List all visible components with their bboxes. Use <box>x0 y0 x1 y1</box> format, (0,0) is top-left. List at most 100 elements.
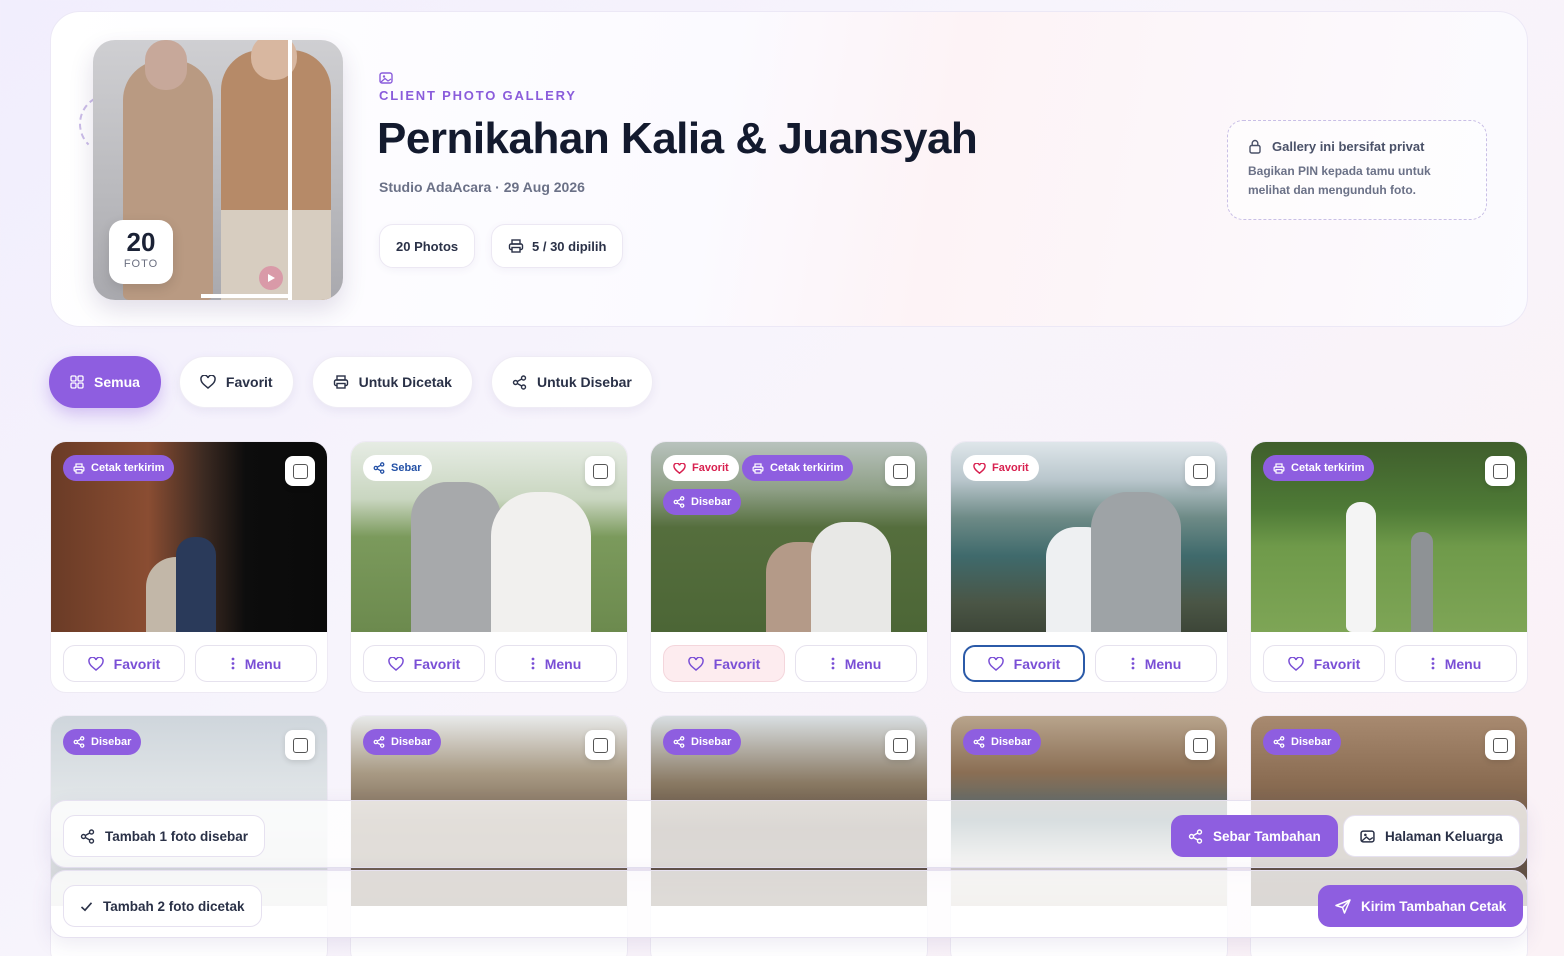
shared-tag: Disebar <box>63 729 142 755</box>
select-checkbox[interactable] <box>1485 730 1515 760</box>
grid-icon <box>70 375 84 389</box>
menu-button[interactable]: Menu <box>795 645 917 682</box>
share-icon <box>673 496 685 508</box>
photo-card[interactable]: Favorit Cetak terkirim Disebar Favorit M… <box>650 441 928 693</box>
tag-label: Sebar <box>391 462 422 474</box>
favorite-button[interactable]: Favorit <box>363 645 485 682</box>
send-print-button[interactable]: Kirim Tambahan Cetak <box>1318 885 1524 927</box>
heart-icon <box>687 656 704 671</box>
share-info-chip[interactable]: Tambah 1 foto disebar <box>63 815 266 857</box>
shared-tag: Disebar <box>663 729 742 755</box>
share-icon <box>673 736 685 748</box>
favorite-tag: Favorit <box>663 455 739 481</box>
favorite-button[interactable]: Favorit <box>663 645 785 682</box>
photo-card[interactable]: Cetak terkirim Favorit Menu <box>50 441 328 693</box>
menu-button[interactable]: Menu <box>1395 645 1517 682</box>
tab-label: Untuk Dicetak <box>358 374 452 390</box>
shared-tag: Disebar <box>963 729 1042 755</box>
favorite-label: Favorit <box>413 655 461 672</box>
menu-button[interactable]: Menu <box>495 645 617 682</box>
favorite-button[interactable]: Favorit <box>963 645 1085 682</box>
select-checkbox[interactable] <box>585 730 615 760</box>
tab-favorit[interactable]: Favorit <box>178 356 294 408</box>
share-icon <box>373 462 385 474</box>
family-page-button[interactable]: Halaman Keluarga <box>1343 815 1520 857</box>
share-icon <box>1188 828 1203 844</box>
tab-semua[interactable]: Semua <box>49 356 161 408</box>
tag-label: Cetak terkirim <box>91 462 165 474</box>
tag-label: Favorit <box>692 462 729 474</box>
play-icon[interactable] <box>259 266 283 290</box>
tag-label: Disebar <box>991 736 1032 748</box>
share-icon <box>73 736 85 748</box>
send-icon <box>1335 898 1351 914</box>
print-action-bar: Tambah 2 foto dicetak Kirim Tambahan Cet… <box>50 870 1528 938</box>
menu-label: Menu <box>1144 655 1182 672</box>
select-checkbox[interactable] <box>1185 456 1215 486</box>
select-checkbox[interactable] <box>885 456 915 486</box>
heart-icon <box>200 375 216 389</box>
tag-label: Cetak terkirim <box>1291 462 1365 474</box>
heart-icon <box>87 656 104 671</box>
gallery-header: 20 FOTO CLIENT PHOTO GALLERY Pernikahan … <box>50 11 1528 327</box>
favorite-button[interactable]: Favorit <box>1263 645 1385 682</box>
menu-button[interactable]: Menu <box>1095 645 1217 682</box>
photo-card[interactable]: Sebar Favorit Menu <box>350 441 628 693</box>
private-description: Bagikan PIN kepada tamu untuk melihat da… <box>1248 164 1431 197</box>
tab-label: Favorit <box>225 374 273 390</box>
tag-label: Disebar <box>691 496 732 508</box>
photo-card[interactable]: Cetak terkirim Favorit Menu <box>1250 441 1528 693</box>
favorite-button[interactable]: Favorit <box>63 645 185 682</box>
image-icon <box>379 72 393 84</box>
photo-count-number: 20 <box>126 227 156 257</box>
select-checkbox[interactable] <box>1485 456 1515 486</box>
shared-tag: Disebar <box>1263 729 1342 755</box>
family-page-label: Halaman Keluarga <box>1385 828 1503 844</box>
select-checkbox[interactable] <box>1185 730 1215 760</box>
heart-icon <box>1287 656 1304 671</box>
print-sent-tag: Cetak terkirim <box>742 455 854 481</box>
private-title: Gallery ini bersifat privat <box>1272 139 1425 154</box>
printer-icon <box>73 462 85 474</box>
photos-stat-label: 20 Photos <box>396 238 459 254</box>
gallery-eyebrow: CLIENT PHOTO GALLERY <box>379 88 577 103</box>
menu-label: Menu <box>544 655 582 672</box>
more-vertical-icon <box>831 657 835 670</box>
lock-icon <box>1248 139 1262 154</box>
share-icon <box>1273 736 1285 748</box>
favorite-label: Favorit <box>1013 655 1061 672</box>
heart-icon <box>673 462 686 474</box>
tag-label: Disebar <box>1291 736 1332 748</box>
photo-count-badge: 20 FOTO <box>109 220 173 284</box>
menu-label: Menu <box>1444 655 1482 672</box>
printer-icon <box>333 375 349 389</box>
menu-label: Menu <box>244 655 282 672</box>
select-checkbox[interactable] <box>585 456 615 486</box>
share-more-button[interactable]: Sebar Tambahan <box>1171 815 1338 857</box>
print-info-chip[interactable]: Tambah 2 foto dicetak <box>63 885 262 927</box>
share-icon <box>80 828 95 844</box>
tag-label: Disebar <box>91 736 132 748</box>
select-checkbox[interactable] <box>285 730 315 760</box>
share-icon <box>973 736 985 748</box>
page-title: Pernikahan Kalia & Juansyah <box>377 114 978 163</box>
printer-icon <box>1273 462 1285 474</box>
menu-label: Menu <box>844 655 882 672</box>
photo-card[interactable]: Favorit Favorit Menu <box>950 441 1228 693</box>
tab-untuk-disebar[interactable]: Untuk Disebar <box>490 356 653 408</box>
more-vertical-icon <box>1431 657 1435 670</box>
select-checkbox[interactable] <box>285 456 315 486</box>
share-info-label: Tambah 1 foto disebar <box>105 828 249 844</box>
photos-stat: 20 Photos <box>379 224 476 268</box>
share-icon <box>373 736 385 748</box>
menu-button[interactable]: Menu <box>195 645 317 682</box>
printer-icon <box>508 239 524 253</box>
heart-icon <box>387 656 404 671</box>
more-vertical-icon <box>1131 657 1135 670</box>
heart-icon <box>973 462 986 474</box>
tag-label: Cetak terkirim <box>770 462 844 474</box>
image-icon <box>1360 829 1375 843</box>
favorite-label: Favorit <box>713 655 761 672</box>
select-checkbox[interactable] <box>885 730 915 760</box>
tab-untuk-dicetak[interactable]: Untuk Dicetak <box>311 356 473 408</box>
